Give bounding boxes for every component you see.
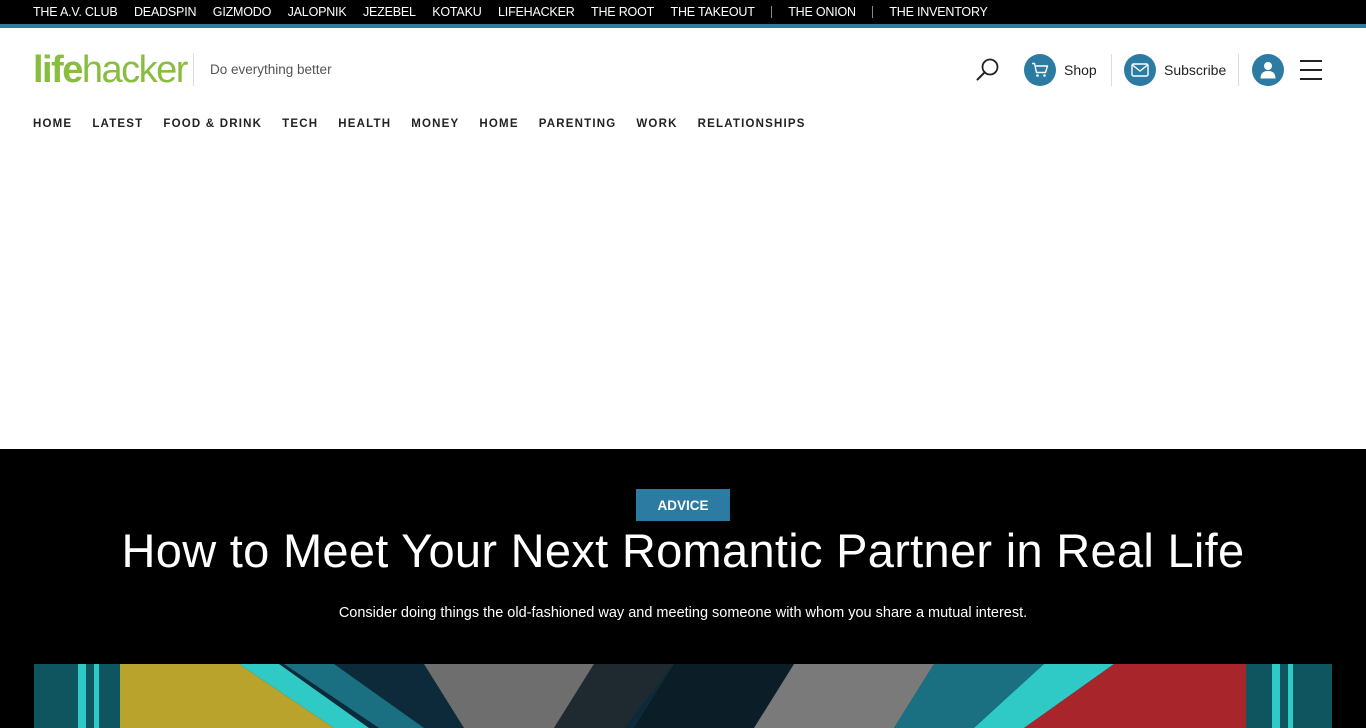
shop-label: Shop <box>1064 62 1097 78</box>
nav-item-home[interactable]: HOME <box>33 118 72 130</box>
header-divider <box>193 53 194 86</box>
mail-icon <box>1124 54 1156 86</box>
header-divider <box>1111 54 1112 86</box>
network-separator <box>872 6 874 18</box>
network-link-deadspin[interactable]: DEADSPIN <box>134 5 197 19</box>
network-accent-line <box>0 24 1366 28</box>
search-icon[interactable] <box>975 57 1001 83</box>
hero-image <box>34 664 1332 728</box>
network-link-jezebel[interactable]: JEZEBEL <box>363 5 416 19</box>
subscribe-button[interactable]: Subscribe <box>1124 54 1226 86</box>
network-link-the-inventory[interactable]: THE INVENTORY <box>889 5 988 19</box>
nav-item-money[interactable]: MONEY <box>411 118 459 130</box>
nav-item-work[interactable]: WORK <box>636 118 677 130</box>
nav-item-parenting[interactable]: PARENTING <box>539 118 617 130</box>
account-button[interactable] <box>1252 54 1284 86</box>
cart-icon <box>1024 54 1056 86</box>
subscribe-label: Subscribe <box>1164 62 1227 78</box>
network-bar: THE A.V. CLUB DEADSPIN GIZMODO JALOPNIK … <box>0 0 1366 24</box>
network-link-the-onion[interactable]: THE ONION <box>788 5 856 19</box>
category-badge[interactable]: ADVICE <box>636 489 730 521</box>
network-separator <box>771 6 773 18</box>
logo-life: life <box>33 49 83 91</box>
header-divider <box>1238 54 1239 86</box>
network-link-gizmodo[interactable]: GIZMODO <box>213 5 272 19</box>
site-tagline: Do everything better <box>210 62 332 77</box>
nav-item-tech[interactable]: TECH <box>282 118 318 130</box>
nav-item-latest[interactable]: LATEST <box>92 118 143 130</box>
user-icon <box>1252 54 1284 86</box>
hamburger-menu-icon[interactable] <box>1300 60 1322 80</box>
network-link-jalopnik[interactable]: JALOPNIK <box>288 5 347 19</box>
nav-item-food-drink[interactable]: FOOD & DRINK <box>163 118 262 130</box>
logo-hacker: hacker <box>81 49 189 91</box>
nav-item-health[interactable]: HEALTH <box>338 118 391 130</box>
shop-button[interactable]: Shop <box>1024 54 1097 86</box>
nav-item-home-2[interactable]: HOME <box>479 118 518 130</box>
network-link-lifehacker[interactable]: LIFEHACKER <box>498 5 575 19</box>
network-link-the-root[interactable]: THE ROOT <box>591 5 654 19</box>
network-link-av-club[interactable]: THE A.V. CLUB <box>33 5 118 19</box>
network-link-kotaku[interactable]: KOTAKU <box>432 5 481 19</box>
section-nav: HOME LATEST FOOD & DRINK TECH HEALTH MON… <box>33 117 826 131</box>
article-subtitle: Consider doing things the old-fashioned … <box>338 605 1028 621</box>
site-logo[interactable]: life hacker <box>33 49 189 91</box>
network-link-the-takeout[interactable]: THE TAKEOUT <box>671 5 755 19</box>
article-title: How to Meet Your Next Romantic Partner i… <box>121 524 1245 577</box>
nav-item-relationships[interactable]: RELATIONSHIPS <box>698 118 806 130</box>
